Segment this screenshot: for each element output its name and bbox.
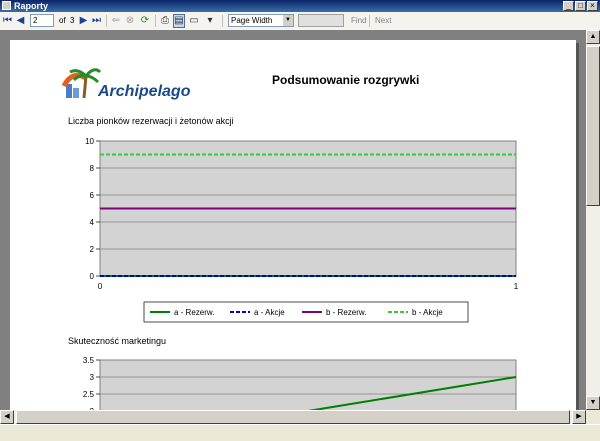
legend-label: b - Akcje (412, 308, 443, 317)
x-tick-label: 0 (98, 282, 103, 291)
zoom-value: Page Width (231, 16, 273, 25)
horizontal-scroll-thumb[interactable] (16, 410, 570, 424)
toolbar-separator (369, 15, 370, 27)
y-tick-label: 10 (85, 137, 94, 146)
chevron-down-icon: ▼ (283, 15, 293, 26)
find-link[interactable]: Find (351, 15, 367, 27)
report-viewport: Archipelago Podsumowanie rozgrywki Liczb… (0, 30, 586, 410)
vertical-scrollbar[interactable]: ▲ ▼ (586, 30, 600, 410)
legend-label: a - Rezerw. (174, 308, 214, 317)
x-tick-label: 1 (514, 282, 519, 291)
y-tick-label: 3.5 (83, 356, 95, 365)
next-page-icon[interactable]: ▶ (79, 15, 88, 27)
status-bar (0, 424, 600, 441)
toolbar-separator (222, 15, 223, 27)
first-page-icon[interactable]: ⏮ (3, 15, 12, 27)
y-tick-label: 8 (90, 164, 95, 173)
y-tick-label: 0 (90, 272, 95, 281)
report-toolbar: ⏮ ◀ 2 of 3 ▶ ⏭ ⇐ ⊗ ⟳ ⎙ ▤ ▭ ▾ Page Width … (0, 12, 600, 31)
y-tick-label: 2 (90, 245, 95, 254)
scroll-left-button[interactable]: ◀ (0, 410, 14, 424)
scroll-right-button[interactable]: ▶ (572, 410, 586, 424)
page-of-label: of (59, 16, 66, 25)
page-total: 3 (70, 16, 75, 25)
page-number-input[interactable]: 2 (30, 14, 54, 27)
minimize-button[interactable]: _ (563, 1, 574, 11)
last-page-icon[interactable]: ⏭ (92, 15, 101, 27)
y-tick-label: 2.5 (83, 390, 95, 399)
legend-label: b - Rezerw. (326, 308, 366, 317)
y-tick-label: 3 (90, 373, 95, 382)
export-icon[interactable]: ▾ (202, 15, 218, 27)
report-page: Archipelago Podsumowanie rozgrywki Liczb… (10, 40, 576, 410)
print-icon[interactable]: ⎙ (159, 15, 171, 27)
horizontal-scrollbar[interactable]: ◀ ▶ (0, 410, 586, 424)
scroll-down-button[interactable]: ▼ (586, 396, 600, 410)
title-bar: Raporty _ □ × (0, 0, 600, 12)
toolbar-separator (155, 15, 156, 27)
zoom-dropdown[interactable]: Page Width ▼ (228, 14, 294, 27)
app-icon (2, 1, 11, 10)
y-tick-label: 4 (90, 218, 95, 227)
back-icon[interactable]: ⇐ (111, 15, 121, 27)
chart-title: Skuteczność marketingu (68, 336, 167, 346)
maximize-button[interactable]: □ (575, 1, 586, 11)
toolbar-separator (106, 15, 107, 27)
print-layout-icon[interactable]: ▤ (173, 14, 185, 28)
vertical-scroll-thumb[interactable] (586, 46, 600, 206)
stop-icon[interactable]: ⊗ (125, 15, 135, 27)
plot-area (99, 359, 517, 410)
next-link[interactable]: Next (375, 15, 391, 27)
previous-page-icon[interactable]: ◀ (16, 15, 25, 27)
page-setup-icon[interactable]: ▭ (188, 15, 200, 27)
find-input[interactable] (298, 14, 344, 27)
scroll-up-button[interactable]: ▲ (586, 30, 600, 44)
refresh-icon[interactable]: ⟳ (139, 15, 151, 27)
y-tick-label: 6 (90, 191, 95, 200)
legend-label: a - Akcje (254, 308, 285, 317)
window-title: Raporty (14, 1, 49, 11)
close-button[interactable]: × (587, 1, 598, 11)
chart-reservations-actions: 0 2 4 6 8 10 0 1 a - Rezerw. a - Akcje b - Rezerw.… (83, 137, 519, 410)
